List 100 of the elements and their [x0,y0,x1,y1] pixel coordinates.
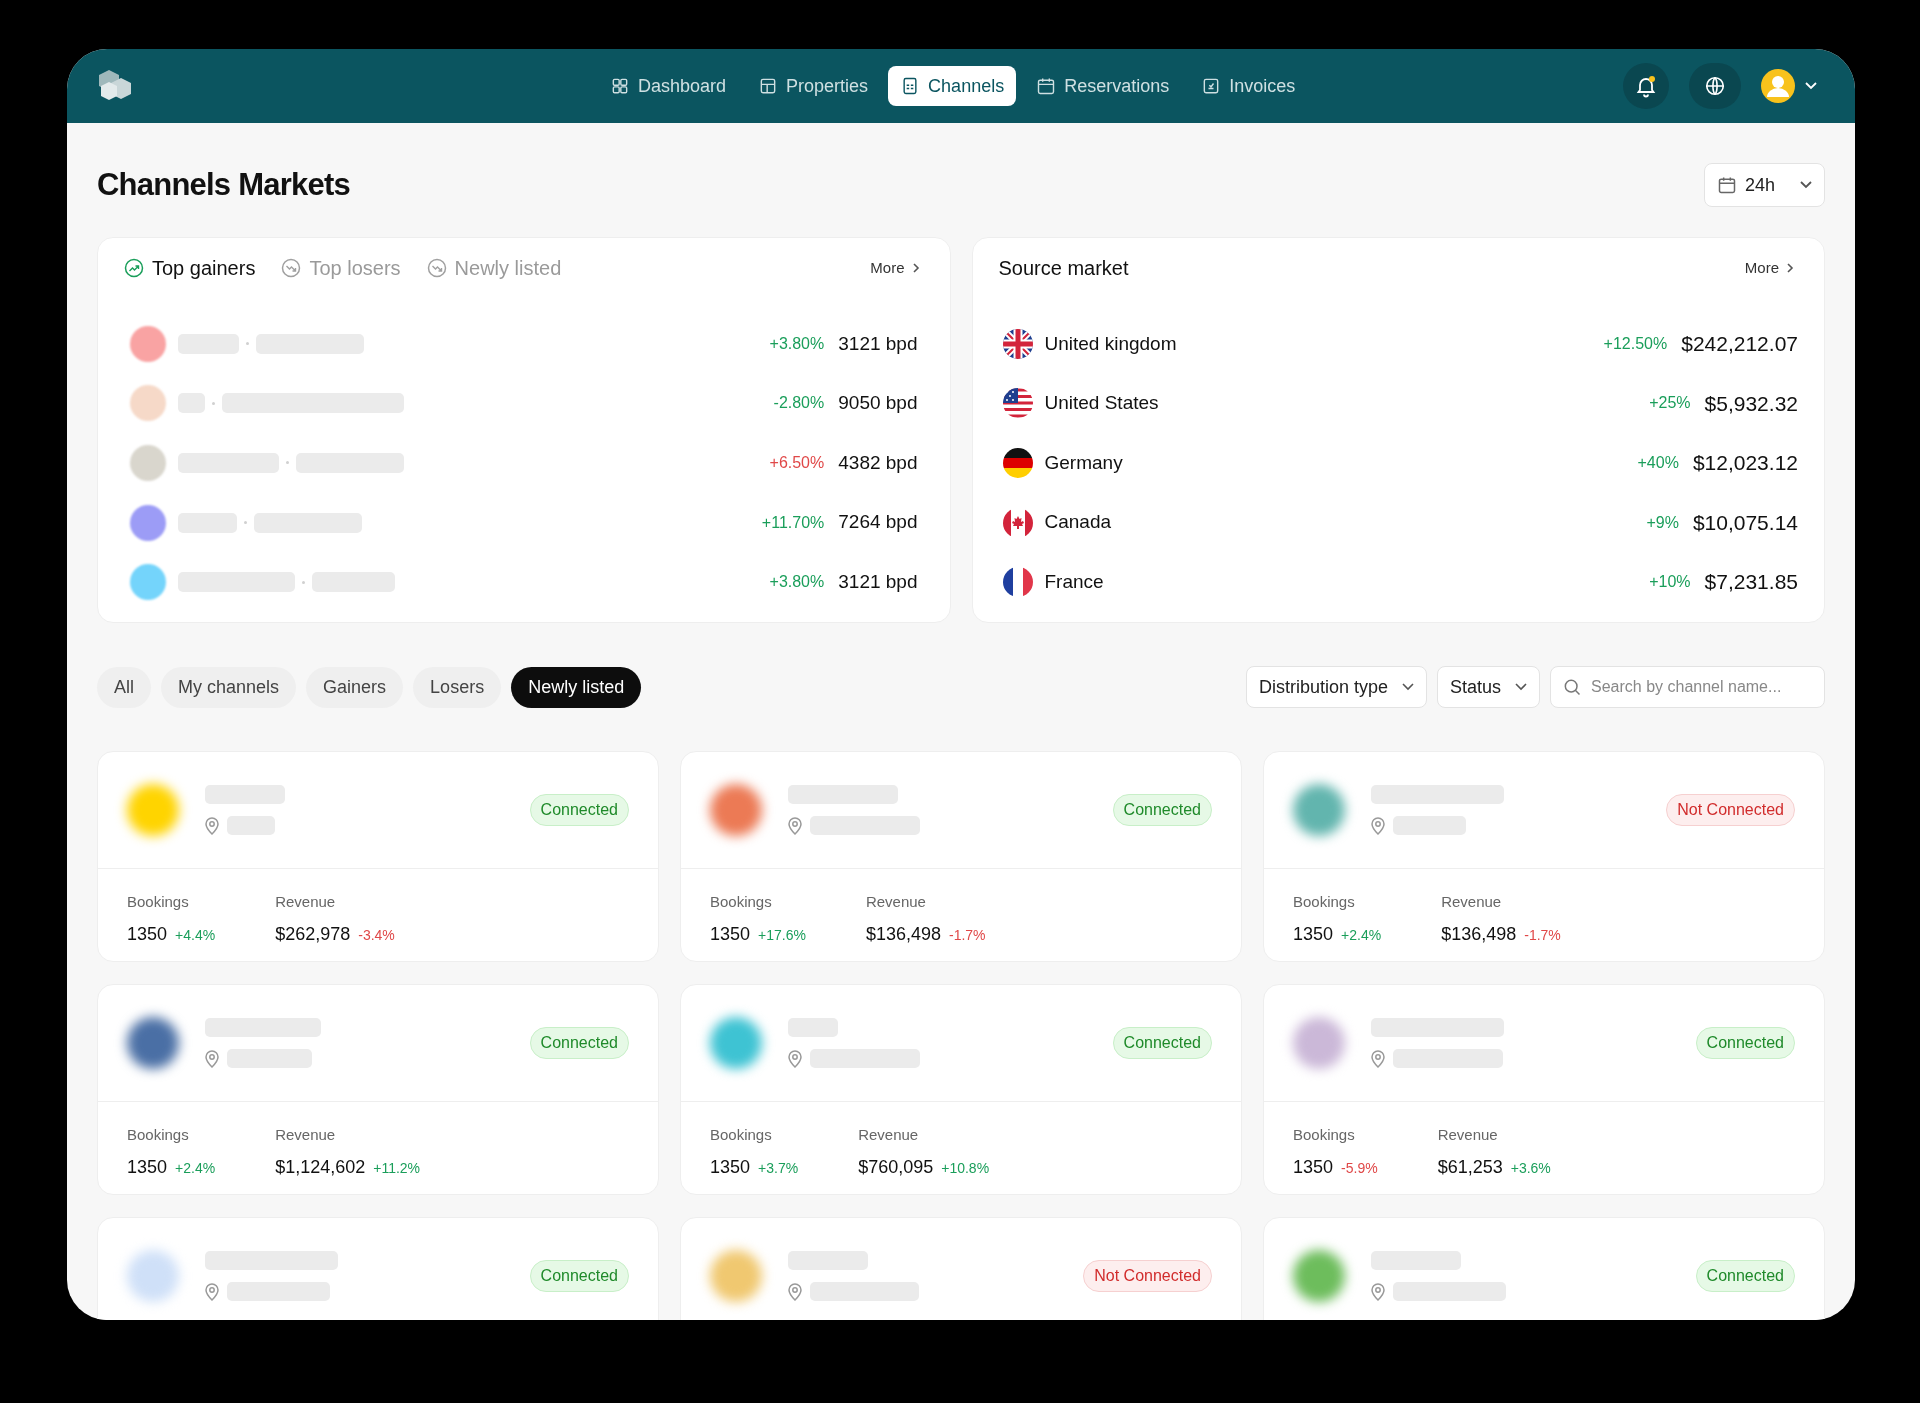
calendar-icon [1717,175,1737,195]
stat-label: Bookings [710,892,773,912]
search-icon [1562,677,1582,697]
search-field[interactable]: Search by channel name... [1550,666,1825,708]
location-pin-icon [1371,1049,1385,1068]
change-percent: -5.9% [1341,1158,1378,1178]
filter-chip[interactable]: My channels [161,666,297,708]
nav-tab[interactable]: Dashboard [598,66,739,106]
union-jack-flag-icon [1002,328,1033,359]
stat-label: Bookings [127,892,190,912]
stat-value: 1350 [710,922,751,946]
change-percent: -1.7% [1524,925,1561,945]
nav-tab[interactable]: Properties [746,66,881,106]
location-pin-icon [1371,816,1385,835]
globe-icon [1704,75,1726,97]
change-percent: -2.80% [773,393,825,414]
nav-tab[interactable]: Channels [888,66,1017,106]
country-name: United kingdom [1044,331,1177,356]
stat-label: Revenue [865,892,927,912]
filter-dropdown[interactable]: Status [1436,666,1540,708]
trend-up-icon [124,258,144,278]
change-percent: -1.7% [949,925,986,945]
trend-down-icon [281,258,302,278]
change-percent: +10.8% [941,1158,990,1178]
change-percent: +3.6% [1510,1158,1551,1178]
location-pin-icon [205,1282,219,1301]
location-pin-icon [205,816,219,835]
change-percent: +2.4% [1341,925,1382,945]
stat-value: 1350 [127,922,168,946]
change-percent: +11.2% [373,1158,421,1178]
location-pin-icon [788,816,802,835]
location-pin-icon [205,1049,219,1068]
tricolor-vertical-flag-icon [1002,567,1033,598]
status-badge: Connected [529,1260,629,1292]
stat-label: Bookings [1293,892,1356,912]
change-percent: +3.80% [769,333,825,354]
stat-value: $262,978 [275,922,351,946]
nav-tab[interactable]: Invoices [1189,66,1308,106]
change-percent: +10% [1649,572,1691,593]
stat-label: Bookings [127,1125,190,1145]
volume-value: 9050 bpd [838,391,919,416]
page-title: Channels Markets [97,165,350,204]
stars-and-stripes-flag-icon [1002,388,1033,419]
stat-label: Revenue [858,1125,920,1145]
change-percent: +4.4% [175,925,216,945]
filter-chip[interactable]: Newly listed [511,666,642,708]
status-badge: Not Connected [1083,1260,1212,1292]
period-dropdown[interactable]: 24h [1704,163,1825,207]
tricolor-horizontal-flag-icon [1002,448,1033,478]
location-pin-icon [788,1282,802,1301]
change-percent: +17.6% [758,925,806,945]
change-percent: +25% [1649,393,1691,414]
amount-value: $7,231.85 [1704,569,1798,596]
change-percent: +6.50% [769,453,825,473]
filter-chip[interactable]: Gainers [306,666,404,708]
status-badge: Connected [1695,1027,1795,1059]
amount-value: $10,075.14 [1692,509,1798,536]
chevron-down-icon [1515,683,1527,691]
change-percent: +2.4% [175,1158,216,1178]
chevron-right-icon [912,263,920,273]
stat-label: Revenue [275,1125,337,1145]
panel-tab[interactable]: Top gainers [124,253,256,283]
stat-label: Revenue [1441,892,1503,912]
filter-dropdown[interactable]: Distribution type [1245,666,1427,708]
more-link[interactable]: More [870,256,924,280]
notifications-button[interactable] [1623,63,1669,109]
stat-value: $136,498 [1441,922,1517,946]
change-percent: +3.7% [758,1158,799,1178]
change-percent: +40% [1637,453,1679,473]
stat-value: $760,095 [858,1155,934,1179]
change-percent: +11.70% [761,512,825,533]
stat-value: 1350 [1293,1155,1334,1179]
status-badge: Connected [1112,794,1212,826]
more-link[interactable]: More [1744,256,1798,280]
stat-value: $1,124,602 [275,1155,366,1179]
change-percent: +9% [1646,512,1679,533]
change-percent: +12.50% [1603,333,1668,354]
country-name: United States [1044,391,1159,416]
stat-label: Bookings [710,1125,773,1145]
panel-title: Source market [998,256,1129,281]
chevron-down-icon [1800,181,1812,189]
filter-chip[interactable]: All [97,666,151,708]
language-button[interactable] [1689,63,1741,109]
user-avatar-icon [1761,69,1795,103]
status-badge: Connected [529,1027,629,1059]
stat-label: Bookings [1293,1125,1356,1145]
nav-tab[interactable]: Reservations [1024,66,1182,106]
change-percent: -3.4% [358,925,395,945]
amount-value: $242,212.07 [1681,331,1798,358]
stat-value: 1350 [127,1155,168,1179]
status-badge: Connected [1112,1027,1212,1059]
stat-value: $61,253 [1437,1155,1503,1179]
trend-down-icon [426,258,447,278]
grid-icon [610,76,630,96]
stat-value: 1350 [710,1155,751,1179]
status-badge: Connected [1695,1260,1795,1292]
stat-label: Revenue [275,892,337,912]
filter-chip[interactable]: Losers [413,666,502,708]
chevron-right-icon [1787,263,1794,273]
volume-value: 4382 bpd [838,450,919,475]
